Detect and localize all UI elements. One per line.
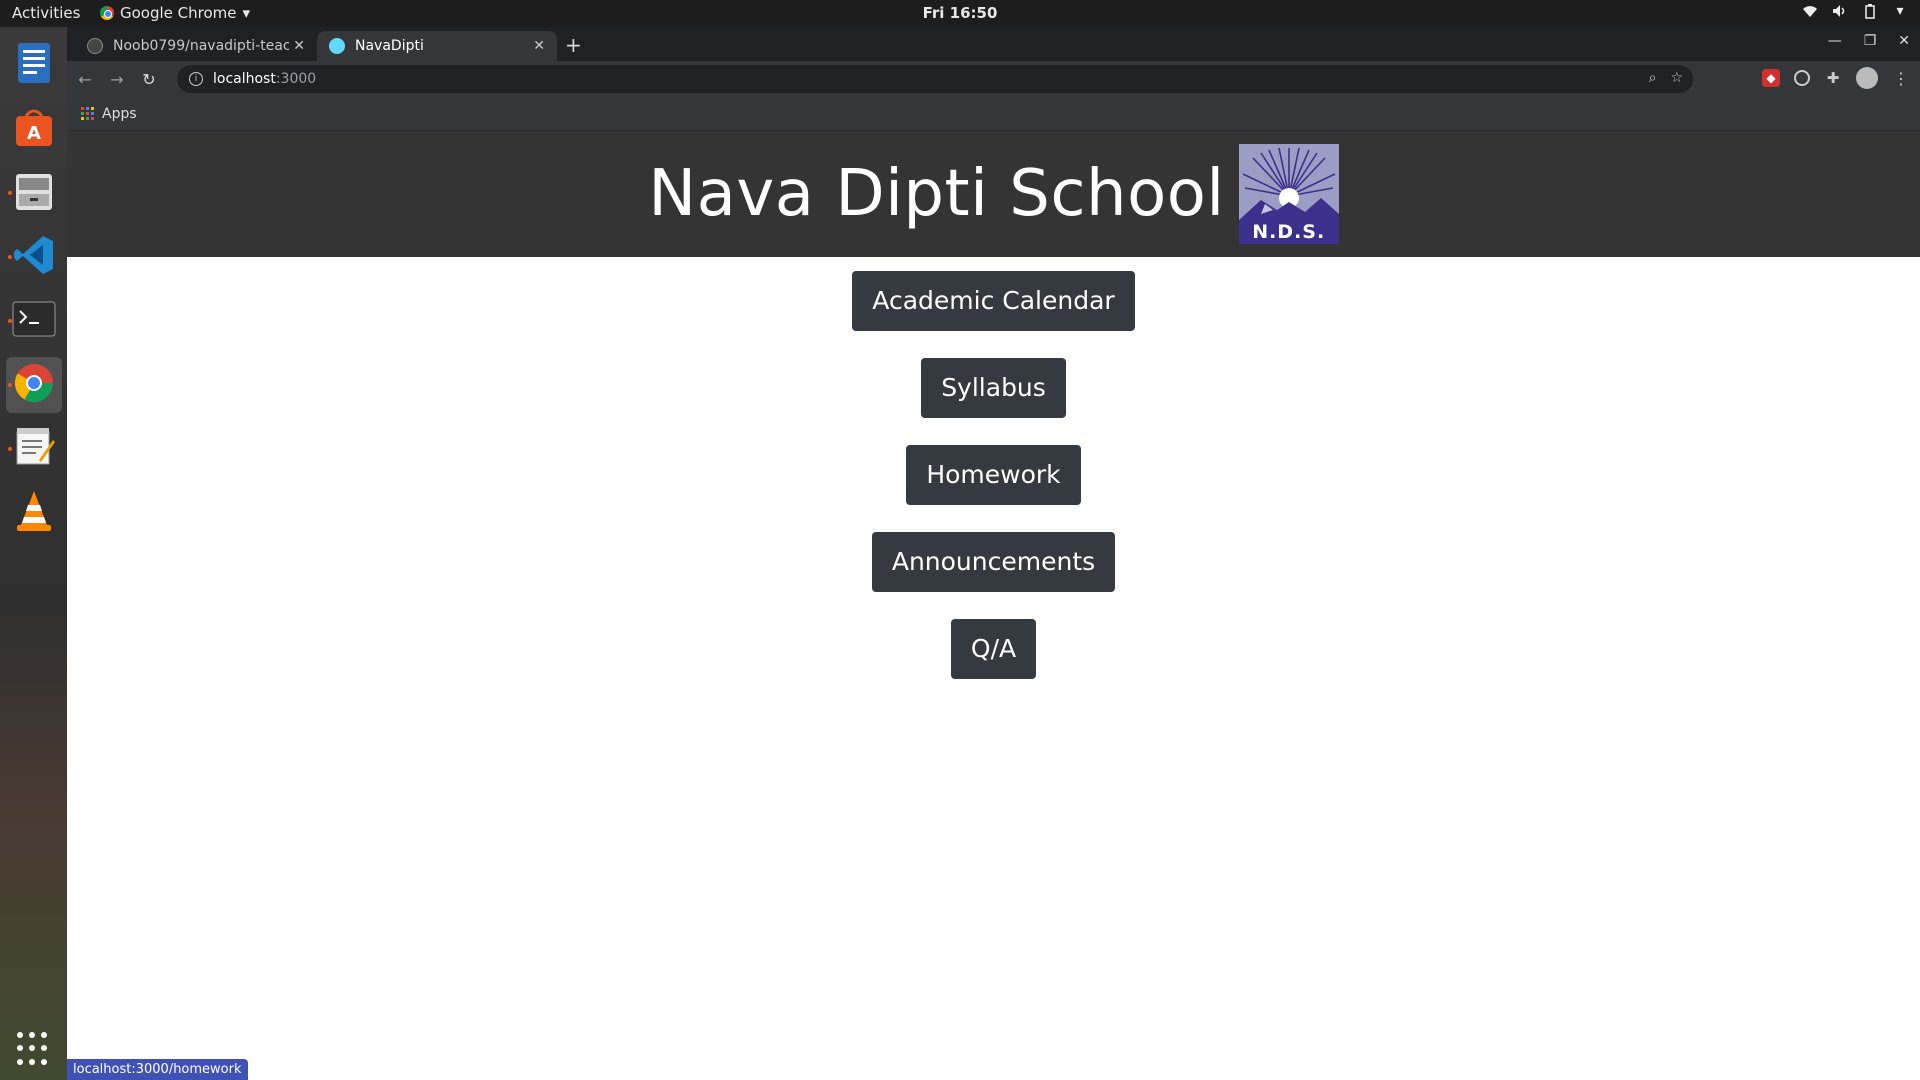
system-top-bar: Activities Google Chrome ▾ Fri 16:50 ▾ (0, 0, 1920, 27)
menu-dots-icon[interactable]: ⋮ (1892, 69, 1910, 88)
minimize-icon[interactable]: — (1828, 33, 1842, 49)
svg-text:A: A (27, 123, 41, 144)
battery-icon (1862, 3, 1878, 19)
volume-icon (1832, 3, 1848, 19)
tab-label: NavaDipti (355, 38, 424, 54)
software-bag-icon: A (13, 106, 55, 152)
address-bar[interactable]: i localhost:3000 ⌕ ☆ (177, 65, 1693, 93)
apps-icon (81, 107, 94, 120)
tab-navadipti[interactable]: NavaDipti ✕ (317, 31, 557, 61)
academic-calendar-button[interactable]: Academic Calendar (852, 271, 1135, 331)
close-icon[interactable]: ✕ (293, 38, 305, 54)
zoom-icon[interactable]: ⌕ (1649, 70, 1657, 86)
dock-writer[interactable] (6, 37, 62, 93)
page-title: Nava Dipti School (648, 157, 1225, 231)
tab-github[interactable]: Noob0799/navadipti-teac ✕ (75, 31, 317, 61)
qa-button[interactable]: Q/A (950, 619, 1037, 679)
syllabus-button[interactable]: Syllabus (921, 358, 1066, 418)
new-tab-button[interactable]: + (565, 33, 582, 57)
text-editor-icon (13, 426, 55, 472)
status-bar-url: localhost:3000/homework (67, 1059, 248, 1080)
show-applications-icon[interactable] (17, 1032, 51, 1066)
tab-strip: Noob0799/navadipti-teac ✕ NavaDipti ✕ + … (67, 27, 1920, 61)
browser-toolbar: ← → ↻ i localhost:3000 ⌕ ☆ ◆ ✚ ⋮ (67, 61, 1920, 97)
browser-window: Noob0799/navadipti-teac ✕ NavaDipti ✕ + … (67, 27, 1920, 1080)
puzzle-icon[interactable]: ✚ (1824, 69, 1842, 87)
dock-vlc[interactable] (6, 485, 62, 541)
terminal-icon (12, 301, 56, 341)
extensions-area: ◆ ✚ ⋮ (1762, 67, 1910, 89)
homework-button[interactable]: Homework (906, 445, 1081, 505)
main-menu: Academic Calendar Syllabus Homework Anno… (67, 257, 1920, 706)
clock[interactable]: Fri 16:50 (0, 4, 1920, 22)
web-page: Nava Dipti School N.D.S. Academic Calend… (67, 131, 1920, 1080)
vscode-icon (13, 234, 55, 280)
reload-icon[interactable]: ↻ (135, 65, 163, 93)
url-port: :3000 (275, 71, 317, 87)
dock-files[interactable] (6, 165, 62, 221)
dock-text-editor[interactable] (6, 421, 62, 477)
info-icon[interactable]: i (189, 72, 203, 86)
announcements-button[interactable]: Announcements (871, 532, 1116, 592)
window-controls: — ❐ ✕ (1828, 33, 1910, 49)
record-icon[interactable] (1794, 70, 1810, 86)
chrome-icon (13, 362, 55, 408)
star-icon[interactable]: ☆ (1670, 70, 1683, 86)
bookmarks-bar: Apps (67, 97, 1920, 131)
school-logo: N.D.S. (1238, 144, 1339, 244)
site-header: Nava Dipti School N.D.S. (67, 131, 1920, 257)
forward-icon[interactable]: → (103, 65, 131, 93)
github-icon (87, 38, 103, 54)
dock-terminal[interactable] (6, 293, 62, 349)
dock-vscode[interactable] (6, 229, 62, 285)
bookmark-apps[interactable]: Apps (102, 106, 137, 122)
back-icon[interactable]: ← (71, 65, 99, 93)
document-icon (14, 41, 54, 89)
maximize-icon[interactable]: ❐ (1864, 33, 1877, 49)
system-tray[interactable]: ▾ (1802, 3, 1908, 19)
extension-icon[interactable]: ◆ (1762, 69, 1780, 87)
wifi-icon (1802, 3, 1818, 19)
dock: A (0, 27, 67, 1080)
vlc-cone-icon (13, 489, 55, 537)
close-icon[interactable]: ✕ (1898, 33, 1910, 49)
logo-text: N.D.S. (1238, 220, 1339, 244)
react-icon (329, 38, 345, 54)
file-cabinet-icon (13, 170, 55, 216)
close-icon[interactable]: ✕ (533, 38, 545, 54)
tab-label: Noob0799/navadipti-teac (113, 38, 289, 54)
chevron-down-icon: ▾ (1896, 3, 1904, 19)
avatar[interactable] (1856, 67, 1878, 89)
dock-software[interactable]: A (6, 101, 62, 157)
url-host: localhost (213, 71, 276, 87)
dock-chrome[interactable] (5, 357, 62, 413)
